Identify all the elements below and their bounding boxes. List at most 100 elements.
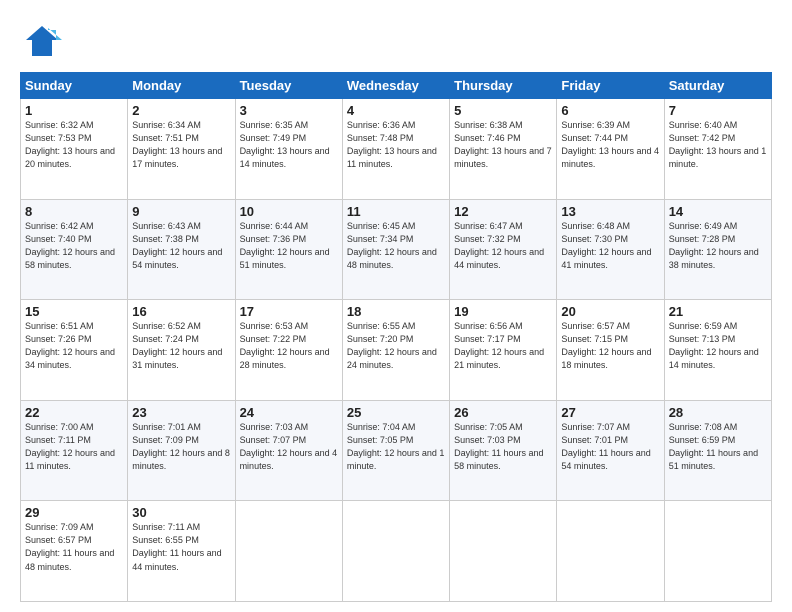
day-number: 14 [669, 204, 767, 219]
day-info: Sunrise: 7:03 AM Sunset: 7:07 PM Dayligh… [240, 421, 338, 473]
calendar-cell: 10Sunrise: 6:44 AM Sunset: 7:36 PM Dayli… [235, 199, 342, 300]
header-monday: Monday [128, 73, 235, 99]
day-info: Sunrise: 6:34 AM Sunset: 7:51 PM Dayligh… [132, 119, 230, 171]
calendar-cell: 15Sunrise: 6:51 AM Sunset: 7:26 PM Dayli… [21, 300, 128, 401]
calendar-cell [664, 501, 771, 602]
header [20, 16, 772, 62]
day-info: Sunrise: 7:01 AM Sunset: 7:09 PM Dayligh… [132, 421, 230, 473]
day-info: Sunrise: 6:45 AM Sunset: 7:34 PM Dayligh… [347, 220, 445, 272]
calendar-cell [235, 501, 342, 602]
calendar-cell: 25Sunrise: 7:04 AM Sunset: 7:05 PM Dayli… [342, 400, 449, 501]
calendar-cell [557, 501, 664, 602]
day-number: 5 [454, 103, 552, 118]
day-info: Sunrise: 6:48 AM Sunset: 7:30 PM Dayligh… [561, 220, 659, 272]
calendar-cell: 5Sunrise: 6:38 AM Sunset: 7:46 PM Daylig… [450, 99, 557, 200]
calendar-cell: 13Sunrise: 6:48 AM Sunset: 7:30 PM Dayli… [557, 199, 664, 300]
day-number: 21 [669, 304, 767, 319]
day-info: Sunrise: 6:51 AM Sunset: 7:26 PM Dayligh… [25, 320, 123, 372]
day-info: Sunrise: 6:32 AM Sunset: 7:53 PM Dayligh… [25, 119, 123, 171]
day-info: Sunrise: 6:44 AM Sunset: 7:36 PM Dayligh… [240, 220, 338, 272]
day-number: 16 [132, 304, 230, 319]
calendar-cell: 20Sunrise: 6:57 AM Sunset: 7:15 PM Dayli… [557, 300, 664, 401]
day-info: Sunrise: 6:47 AM Sunset: 7:32 PM Dayligh… [454, 220, 552, 272]
logo [20, 20, 68, 62]
calendar-cell: 7Sunrise: 6:40 AM Sunset: 7:42 PM Daylig… [664, 99, 771, 200]
day-number: 3 [240, 103, 338, 118]
day-info: Sunrise: 6:59 AM Sunset: 7:13 PM Dayligh… [669, 320, 767, 372]
day-number: 22 [25, 405, 123, 420]
calendar-table: Sunday Monday Tuesday Wednesday Thursday… [20, 72, 772, 602]
day-info: Sunrise: 6:36 AM Sunset: 7:48 PM Dayligh… [347, 119, 445, 171]
day-number: 15 [25, 304, 123, 319]
day-number: 17 [240, 304, 338, 319]
day-info: Sunrise: 7:05 AM Sunset: 7:03 PM Dayligh… [454, 421, 552, 473]
header-tuesday: Tuesday [235, 73, 342, 99]
calendar-cell: 18Sunrise: 6:55 AM Sunset: 7:20 PM Dayli… [342, 300, 449, 401]
calendar-cell: 11Sunrise: 6:45 AM Sunset: 7:34 PM Dayli… [342, 199, 449, 300]
calendar-cell: 24Sunrise: 7:03 AM Sunset: 7:07 PM Dayli… [235, 400, 342, 501]
day-number: 4 [347, 103, 445, 118]
calendar-cell: 26Sunrise: 7:05 AM Sunset: 7:03 PM Dayli… [450, 400, 557, 501]
day-info: Sunrise: 6:49 AM Sunset: 7:28 PM Dayligh… [669, 220, 767, 272]
calendar-cell: 29Sunrise: 7:09 AM Sunset: 6:57 PM Dayli… [21, 501, 128, 602]
day-number: 7 [669, 103, 767, 118]
day-number: 23 [132, 405, 230, 420]
day-number: 6 [561, 103, 659, 118]
day-info: Sunrise: 7:04 AM Sunset: 7:05 PM Dayligh… [347, 421, 445, 473]
day-info: Sunrise: 7:07 AM Sunset: 7:01 PM Dayligh… [561, 421, 659, 473]
day-info: Sunrise: 6:35 AM Sunset: 7:49 PM Dayligh… [240, 119, 338, 171]
calendar-cell: 3Sunrise: 6:35 AM Sunset: 7:49 PM Daylig… [235, 99, 342, 200]
day-number: 11 [347, 204, 445, 219]
calendar-cell [450, 501, 557, 602]
calendar-cell: 19Sunrise: 6:56 AM Sunset: 7:17 PM Dayli… [450, 300, 557, 401]
calendar-cell: 4Sunrise: 6:36 AM Sunset: 7:48 PM Daylig… [342, 99, 449, 200]
calendar-cell: 8Sunrise: 6:42 AM Sunset: 7:40 PM Daylig… [21, 199, 128, 300]
day-number: 25 [347, 405, 445, 420]
calendar-cell: 17Sunrise: 6:53 AM Sunset: 7:22 PM Dayli… [235, 300, 342, 401]
day-number: 30 [132, 505, 230, 520]
day-number: 8 [25, 204, 123, 219]
day-number: 19 [454, 304, 552, 319]
calendar-cell: 2Sunrise: 6:34 AM Sunset: 7:51 PM Daylig… [128, 99, 235, 200]
day-info: Sunrise: 7:11 AM Sunset: 6:55 PM Dayligh… [132, 521, 230, 573]
day-info: Sunrise: 7:08 AM Sunset: 6:59 PM Dayligh… [669, 421, 767, 473]
day-info: Sunrise: 6:55 AM Sunset: 7:20 PM Dayligh… [347, 320, 445, 372]
calendar-cell: 16Sunrise: 6:52 AM Sunset: 7:24 PM Dayli… [128, 300, 235, 401]
calendar-cell: 21Sunrise: 6:59 AM Sunset: 7:13 PM Dayli… [664, 300, 771, 401]
calendar-cell: 12Sunrise: 6:47 AM Sunset: 7:32 PM Dayli… [450, 199, 557, 300]
calendar-cell: 30Sunrise: 7:11 AM Sunset: 6:55 PM Dayli… [128, 501, 235, 602]
day-info: Sunrise: 6:56 AM Sunset: 7:17 PM Dayligh… [454, 320, 552, 372]
calendar-cell: 6Sunrise: 6:39 AM Sunset: 7:44 PM Daylig… [557, 99, 664, 200]
day-info: Sunrise: 6:57 AM Sunset: 7:15 PM Dayligh… [561, 320, 659, 372]
day-number: 28 [669, 405, 767, 420]
header-thursday: Thursday [450, 73, 557, 99]
calendar-cell: 28Sunrise: 7:08 AM Sunset: 6:59 PM Dayli… [664, 400, 771, 501]
calendar-cell: 23Sunrise: 7:01 AM Sunset: 7:09 PM Dayli… [128, 400, 235, 501]
calendar-cell: 1Sunrise: 6:32 AM Sunset: 7:53 PM Daylig… [21, 99, 128, 200]
day-number: 27 [561, 405, 659, 420]
calendar-cell [342, 501, 449, 602]
day-info: Sunrise: 6:40 AM Sunset: 7:42 PM Dayligh… [669, 119, 767, 171]
header-sunday: Sunday [21, 73, 128, 99]
day-info: Sunrise: 7:09 AM Sunset: 6:57 PM Dayligh… [25, 521, 123, 573]
calendar-cell: 9Sunrise: 6:43 AM Sunset: 7:38 PM Daylig… [128, 199, 235, 300]
calendar-cell: 14Sunrise: 6:49 AM Sunset: 7:28 PM Dayli… [664, 199, 771, 300]
day-info: Sunrise: 6:38 AM Sunset: 7:46 PM Dayligh… [454, 119, 552, 171]
logo-icon [20, 20, 62, 62]
calendar-cell: 22Sunrise: 7:00 AM Sunset: 7:11 PM Dayli… [21, 400, 128, 501]
day-info: Sunrise: 6:52 AM Sunset: 7:24 PM Dayligh… [132, 320, 230, 372]
day-number: 12 [454, 204, 552, 219]
day-number: 9 [132, 204, 230, 219]
day-number: 2 [132, 103, 230, 118]
day-info: Sunrise: 6:42 AM Sunset: 7:40 PM Dayligh… [25, 220, 123, 272]
day-number: 10 [240, 204, 338, 219]
day-info: Sunrise: 6:53 AM Sunset: 7:22 PM Dayligh… [240, 320, 338, 372]
day-info: Sunrise: 7:00 AM Sunset: 7:11 PM Dayligh… [25, 421, 123, 473]
day-number: 26 [454, 405, 552, 420]
day-number: 20 [561, 304, 659, 319]
header-saturday: Saturday [664, 73, 771, 99]
day-number: 24 [240, 405, 338, 420]
day-number: 29 [25, 505, 123, 520]
weekday-header-row: Sunday Monday Tuesday Wednesday Thursday… [21, 73, 772, 99]
calendar-cell: 27Sunrise: 7:07 AM Sunset: 7:01 PM Dayli… [557, 400, 664, 501]
